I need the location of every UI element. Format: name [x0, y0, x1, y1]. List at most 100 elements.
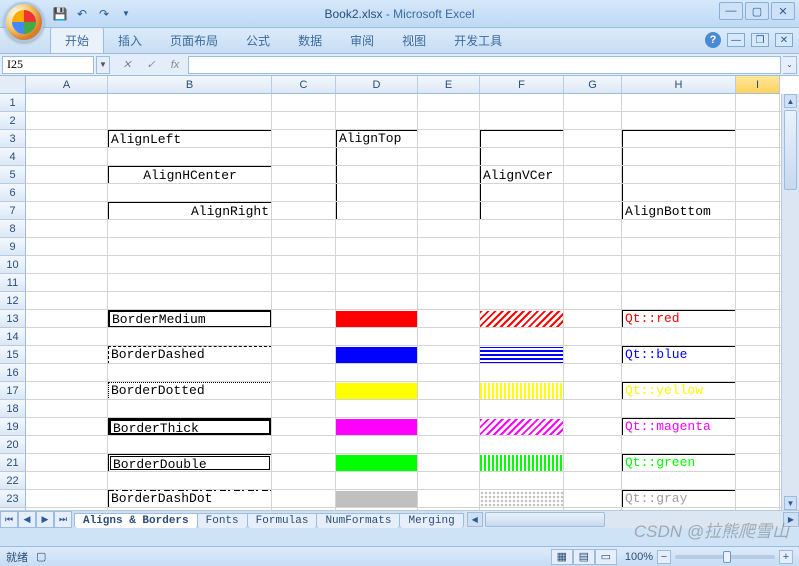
name-box-dropdown-icon[interactable]: ▼ — [96, 56, 110, 74]
cell-area[interactable]: AlignLeft AlignHCenter AlignRight AlignT… — [26, 94, 781, 510]
tab-last-icon[interactable]: ⏭ — [54, 511, 72, 528]
mdi-restore-button[interactable]: ❐ — [751, 33, 769, 47]
col-header-D[interactable]: D — [336, 76, 418, 94]
vscroll-thumb[interactable] — [784, 110, 797, 190]
tab-first-icon[interactable]: ⏮ — [0, 511, 18, 528]
cell-align-top[interactable]: AlignTop — [336, 130, 418, 220]
cell-qt-yellow[interactable]: Qt::yellow — [622, 382, 736, 400]
swatch-red[interactable] — [336, 311, 418, 328]
row-header-8[interactable]: 8 — [0, 220, 26, 238]
col-header-B[interactable]: B — [108, 76, 272, 94]
cell-qt-green[interactable]: Qt::green — [622, 454, 736, 472]
cell-border-dotted[interactable]: BorderDotted — [108, 382, 272, 400]
row-header-5[interactable]: 5 — [0, 166, 26, 184]
cell-qt-gray[interactable]: Qt::gray — [622, 490, 736, 508]
zoom-slider[interactable] — [675, 555, 775, 559]
col-header-H[interactable]: H — [622, 76, 736, 94]
pattern-gray[interactable] — [480, 491, 564, 508]
worksheet-grid[interactable]: ABCDEFGHI 123456789101112131415161718192… — [0, 76, 799, 528]
cell-border-thick[interactable]: BorderThick — [108, 418, 272, 436]
redo-icon[interactable]: ↷ — [94, 4, 114, 24]
row-header-20[interactable]: 20 — [0, 436, 26, 454]
zoom-thumb[interactable] — [723, 551, 731, 563]
cell-border-dashdot[interactable]: BorderDashDot — [108, 490, 272, 508]
scroll-up-icon[interactable]: ▲ — [784, 94, 797, 108]
row-header-17[interactable]: 17 — [0, 382, 26, 400]
col-header-E[interactable]: E — [418, 76, 480, 94]
qat-dropdown-icon[interactable]: ▼ — [116, 4, 136, 24]
mdi-close-button[interactable]: ✕ — [775, 33, 793, 47]
tab-prev-icon[interactable]: ◀ — [18, 511, 36, 528]
col-header-F[interactable]: F — [480, 76, 564, 94]
scroll-right-icon[interactable]: ▶ — [783, 512, 799, 527]
formula-input[interactable] — [188, 56, 781, 74]
cancel-formula-icon[interactable]: ✕ — [116, 56, 138, 74]
cell-qt-magenta[interactable]: Qt::magenta — [622, 418, 736, 436]
cell-qt-red[interactable]: Qt::red — [622, 310, 736, 328]
undo-icon[interactable]: ↶ — [72, 4, 92, 24]
minimize-button[interactable]: — — [719, 2, 743, 20]
enter-formula-icon[interactable]: ✓ — [140, 56, 162, 74]
tab-review[interactable]: 审阅 — [336, 28, 388, 53]
cell-qt-blue[interactable]: Qt::blue — [622, 346, 736, 364]
tab-formulas[interactable]: 公式 — [232, 28, 284, 53]
tab-page-layout[interactable]: 页面布局 — [156, 28, 232, 53]
pattern-green[interactable] — [480, 455, 564, 472]
pattern-blue[interactable] — [480, 347, 564, 364]
sheet-tab-0[interactable]: Aligns & Borders — [74, 513, 198, 528]
swatch-green[interactable] — [336, 455, 418, 472]
row-header-16[interactable]: 16 — [0, 364, 26, 382]
row-header-9[interactable]: 9 — [0, 238, 26, 256]
name-box[interactable]: I25 — [2, 56, 94, 74]
cell-border-medium[interactable]: BorderMedium — [108, 310, 272, 328]
row-header-6[interactable]: 6 — [0, 184, 26, 202]
maximize-button[interactable]: ▢ — [745, 2, 769, 20]
row-header-12[interactable]: 12 — [0, 292, 26, 310]
cell-align-left[interactable]: AlignLeft — [108, 130, 272, 148]
mdi-minimize-button[interactable]: — — [727, 33, 745, 47]
view-normal-icon[interactable]: ▦ — [551, 549, 573, 565]
row-header-21[interactable]: 21 — [0, 454, 26, 472]
view-page-layout-icon[interactable]: ▤ — [573, 549, 595, 565]
pattern-magenta[interactable] — [480, 419, 564, 436]
tab-home[interactable]: 开始 — [50, 27, 104, 53]
row-header-13[interactable]: 13 — [0, 310, 26, 328]
swatch-blue[interactable] — [336, 347, 418, 364]
col-header-A[interactable]: A — [26, 76, 108, 94]
row-header-15[interactable]: 15 — [0, 346, 26, 364]
help-icon[interactable]: ? — [705, 32, 721, 48]
row-header-3[interactable]: 3 — [0, 130, 26, 148]
fx-icon[interactable]: fx — [164, 56, 186, 74]
horizontal-scrollbar[interactable]: ◀ ▶ — [467, 511, 799, 528]
cell-border-dashed[interactable]: BorderDashed — [108, 346, 272, 364]
close-button[interactable]: ✕ — [771, 2, 795, 20]
zoom-level[interactable]: 100% — [625, 551, 653, 563]
sheet-tab-2[interactable]: Formulas — [247, 513, 318, 528]
macro-record-icon[interactable]: ▢ — [36, 550, 46, 563]
swatch-gray[interactable] — [336, 491, 418, 508]
row-header-19[interactable]: 19 — [0, 418, 26, 436]
scroll-left-icon[interactable]: ◀ — [467, 512, 483, 527]
vertical-scrollbar[interactable]: ▲ ▼ — [781, 94, 799, 510]
cell-border-double[interactable]: BorderDouble — [108, 454, 272, 472]
swatch-yellow[interactable] — [336, 383, 418, 400]
save-icon[interactable]: 💾 — [50, 4, 70, 24]
sheet-tab-1[interactable]: Fonts — [197, 513, 248, 528]
col-header-I[interactable]: I — [736, 76, 780, 94]
office-button[interactable] — [4, 2, 44, 42]
cell-align-bottom[interactable]: AlignBottom — [622, 130, 736, 220]
row-header-23[interactable]: 23 — [0, 490, 26, 508]
view-page-break-icon[interactable]: ▭ — [595, 549, 617, 565]
cell-align-vcenter[interactable]: AlignVCer — [480, 130, 564, 220]
row-header-10[interactable]: 10 — [0, 256, 26, 274]
zoom-in-button[interactable]: + — [779, 550, 793, 564]
row-header-7[interactable]: 7 — [0, 202, 26, 220]
tab-insert[interactable]: 插入 — [104, 28, 156, 53]
sheet-tab-3[interactable]: NumFormats — [316, 513, 400, 528]
sheet-tab-4[interactable]: Merging — [399, 513, 463, 528]
row-header-4[interactable]: 4 — [0, 148, 26, 166]
tab-next-icon[interactable]: ▶ — [36, 511, 54, 528]
row-header-1[interactable]: 1 — [0, 94, 26, 112]
pattern-yellow[interactable] — [480, 383, 564, 400]
tab-developer[interactable]: 开发工具 — [440, 28, 516, 53]
